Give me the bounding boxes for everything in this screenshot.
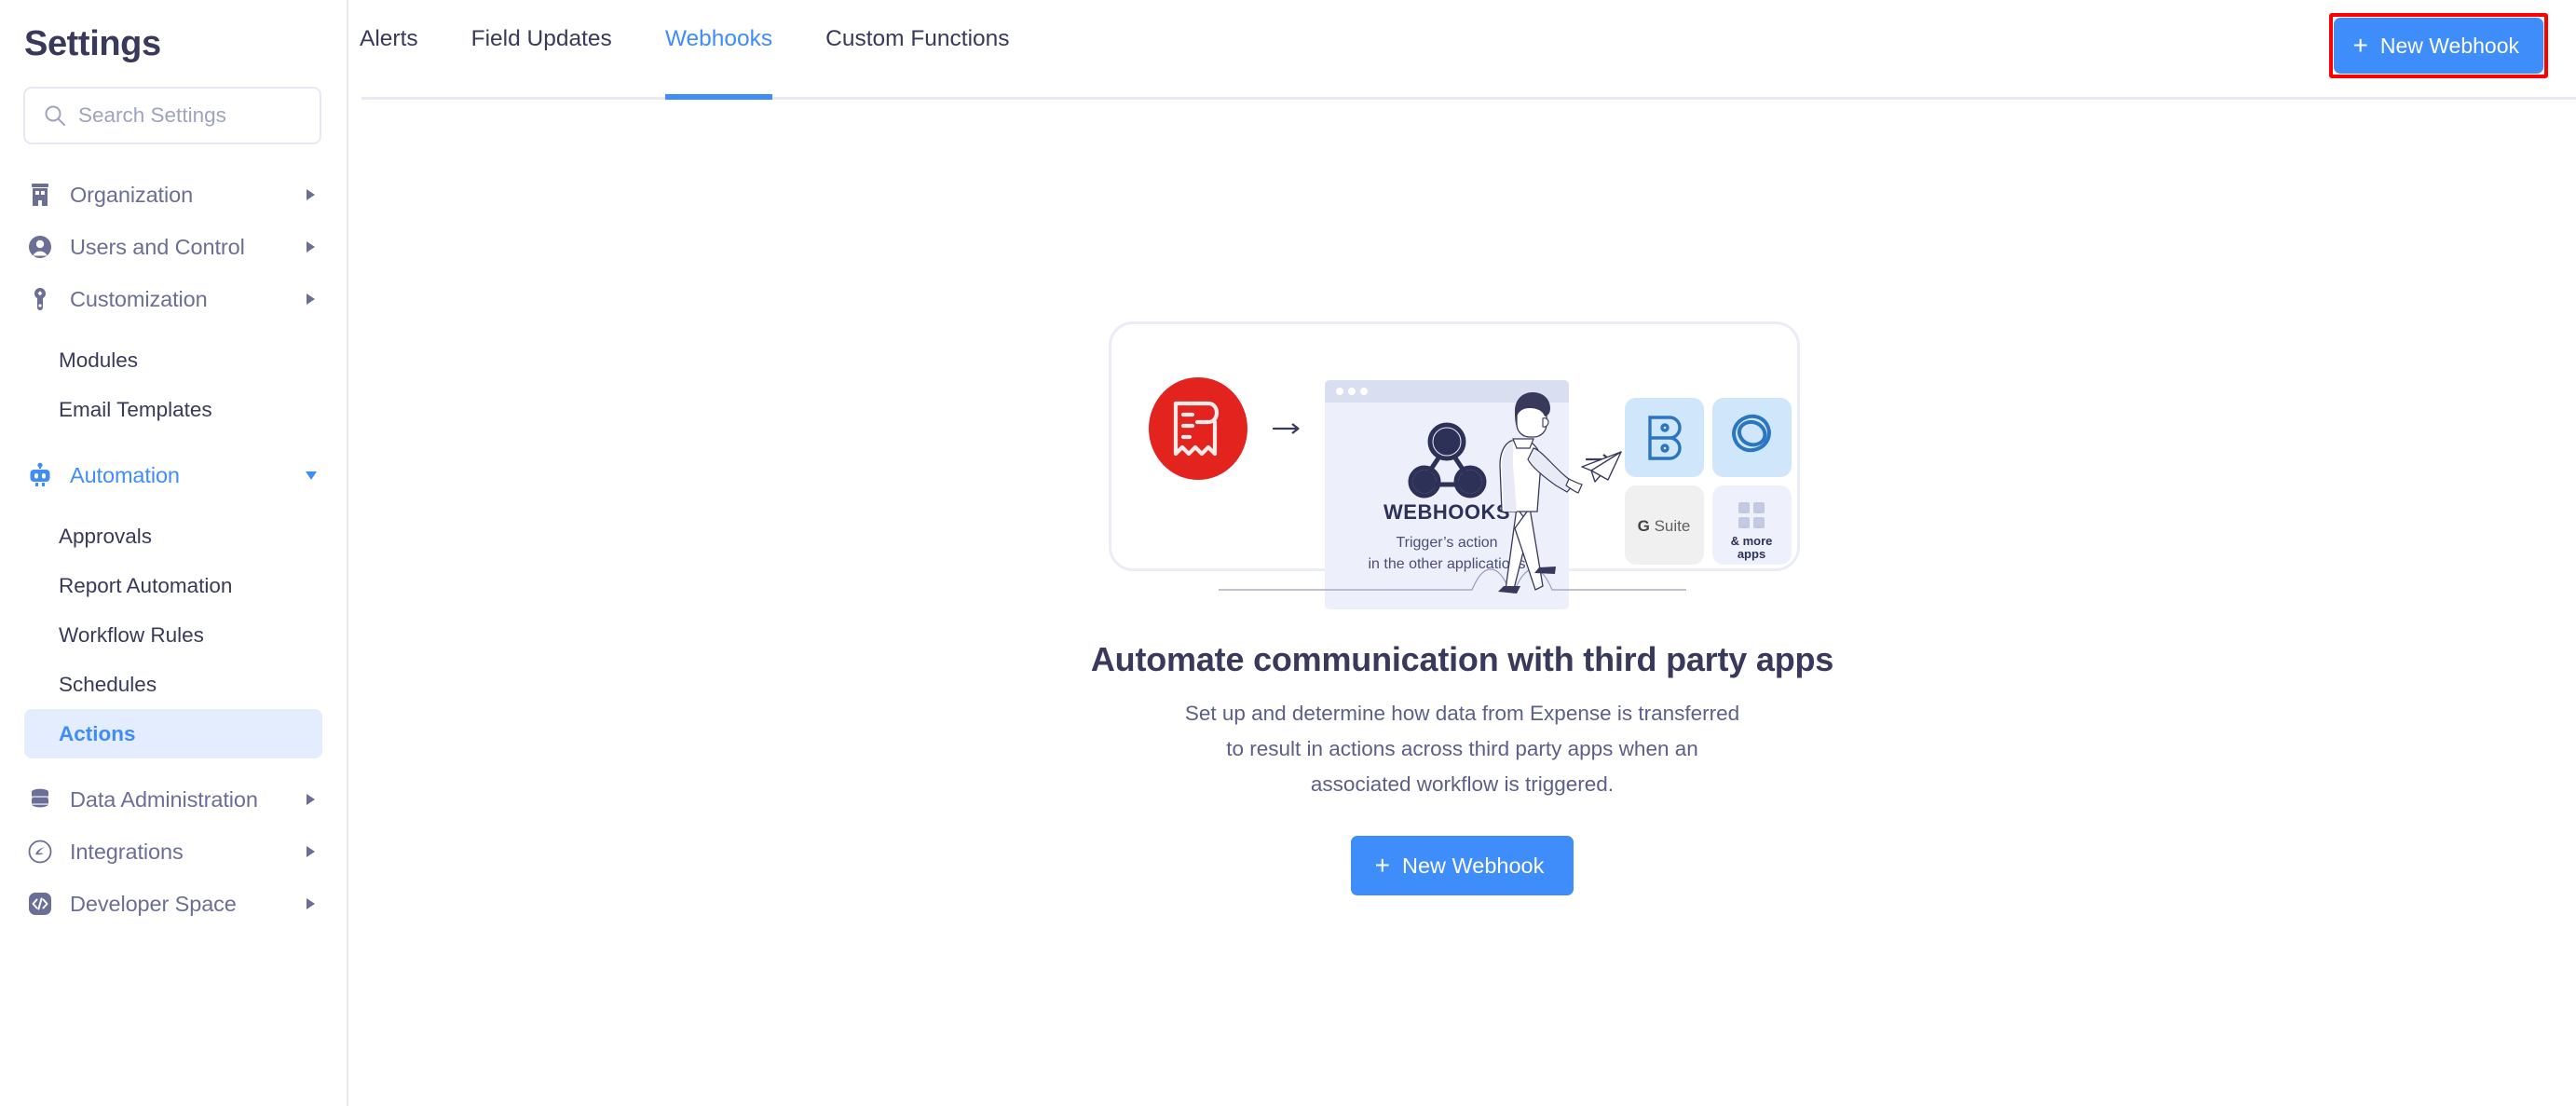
wrench-icon xyxy=(26,285,54,313)
database-icon xyxy=(26,785,54,813)
robot-icon xyxy=(26,461,54,489)
illustration-graphic: WEBHOOKS Trigger’s action in the other a… xyxy=(1109,321,1817,620)
sidebar-item-label: Automation xyxy=(70,463,306,488)
app-tile-zoho-crm xyxy=(1712,398,1792,477)
chevron-right-icon xyxy=(307,898,315,909)
sidebar-item-automation[interactable]: Automation xyxy=(0,449,347,501)
code-icon xyxy=(26,890,54,918)
new-webhook-button-center[interactable]: + New Webhook xyxy=(1351,836,1574,895)
sidebar-item-customization[interactable]: Customization xyxy=(0,273,347,325)
illustration-window-subtitle-2: in the other applications xyxy=(1368,556,1525,572)
new-webhook-button-top[interactable]: + New Webhook xyxy=(2334,18,2543,74)
sidebar-item-schedules[interactable]: Schedules xyxy=(24,660,322,709)
tab-alerts[interactable]: Alerts xyxy=(360,17,418,100)
tab-field-updates[interactable]: Field Updates xyxy=(471,17,612,100)
sidebar-item-integrations[interactable]: Integrations xyxy=(0,826,347,878)
more-apps-label-line1: & more xyxy=(1730,534,1772,548)
tab-webhooks[interactable]: Webhooks xyxy=(665,17,772,100)
sidebar-item-label: Actions xyxy=(59,722,136,746)
search-icon xyxy=(43,103,67,128)
sidebar-item-actions[interactable]: Actions xyxy=(24,709,322,758)
sidebar-item-report-automation[interactable]: Report Automation xyxy=(24,561,322,610)
sidebar-item-approvals[interactable]: Approvals xyxy=(24,512,322,561)
app-tiles: G Suite & more apps xyxy=(1625,398,1792,565)
sidebar-item-modules[interactable]: Modules xyxy=(24,335,322,385)
sidebar-item-label: Organization xyxy=(70,183,307,208)
sidebar-item-email-templates[interactable]: Email Templates xyxy=(24,385,322,434)
plus-icon: + xyxy=(2352,33,2367,59)
search-settings-box[interactable] xyxy=(23,87,321,144)
sidebar-item-label: Developer Space xyxy=(70,892,307,917)
settings-page: Settings xyxy=(0,0,2576,1106)
sidebar-item-label: Users and Control xyxy=(70,235,307,260)
main-content: Alerts Field Updates Webhooks Custom Fun… xyxy=(348,0,2576,1106)
sidebar-item-label: Workflow Rules xyxy=(59,623,204,648)
sidebar-item-label: Email Templates xyxy=(59,398,212,422)
search-input[interactable] xyxy=(78,103,320,128)
new-webhook-highlight-box: + New Webhook xyxy=(2329,13,2548,78)
new-webhook-label: New Webhook xyxy=(2380,34,2519,59)
sidebar-item-developer-space[interactable]: Developer Space xyxy=(0,878,347,930)
empty-state-description: Set up and determine how data from Expen… xyxy=(1174,696,1751,802)
illustration-window-title: WEBHOOKS xyxy=(1383,500,1510,524)
sidebar-item-users-and-control[interactable]: Users and Control xyxy=(0,221,347,273)
more-apps-label-line2: apps xyxy=(1737,547,1765,561)
chevron-right-icon xyxy=(307,241,315,253)
page-title: Settings xyxy=(0,24,347,64)
arrow-right-icon xyxy=(1274,424,1299,433)
gsuite-label: G Suite xyxy=(1637,517,1690,535)
sidebar-item-label: Customization xyxy=(70,287,307,312)
chevron-right-icon xyxy=(307,189,315,200)
chevron-down-icon xyxy=(306,471,317,480)
sidebar-item-workflow-rules[interactable]: Workflow Rules xyxy=(24,610,322,660)
empty-state-title: Automate communication with third party … xyxy=(1091,640,1833,679)
integrations-icon xyxy=(26,838,54,866)
new-webhook-label: New Webhook xyxy=(1402,853,1544,879)
sidebar-item-label: Modules xyxy=(59,348,138,373)
building-icon xyxy=(26,181,54,209)
sidebar-item-label: Integrations xyxy=(70,840,307,865)
chevron-right-icon xyxy=(307,794,315,805)
sidebar-item-label: Schedules xyxy=(59,673,157,697)
chevron-right-icon xyxy=(307,294,315,305)
tab-custom-functions[interactable]: Custom Functions xyxy=(825,17,1009,100)
sidebar-item-label: Report Automation xyxy=(59,574,232,598)
tab-bar: Alerts Field Updates Webhooks Custom Fun… xyxy=(348,0,2576,100)
webhooks-empty-state: WEBHOOKS Trigger’s action in the other a… xyxy=(348,100,2576,1106)
sidebar-item-organization[interactable]: Organization xyxy=(0,169,347,221)
paper-plane-icon xyxy=(1582,452,1621,482)
plus-icon: + xyxy=(1375,853,1390,879)
user-circle-icon xyxy=(26,233,54,261)
sidebar-item-label: Approvals xyxy=(59,525,152,549)
sidebar-nav: Organization Users and Control xyxy=(0,169,347,930)
settings-sidebar: Settings xyxy=(0,0,348,1106)
receipt-icon xyxy=(1149,377,1247,480)
webhooks-illustration: WEBHOOKS Trigger’s action in the other a… xyxy=(1109,321,1817,620)
sidebar-item-data-administration[interactable]: Data Administration xyxy=(0,773,347,826)
sidebar-item-label: Data Administration xyxy=(70,787,307,812)
chevron-right-icon xyxy=(307,846,315,857)
illustration-window-subtitle-1: Trigger’s action xyxy=(1396,535,1497,551)
